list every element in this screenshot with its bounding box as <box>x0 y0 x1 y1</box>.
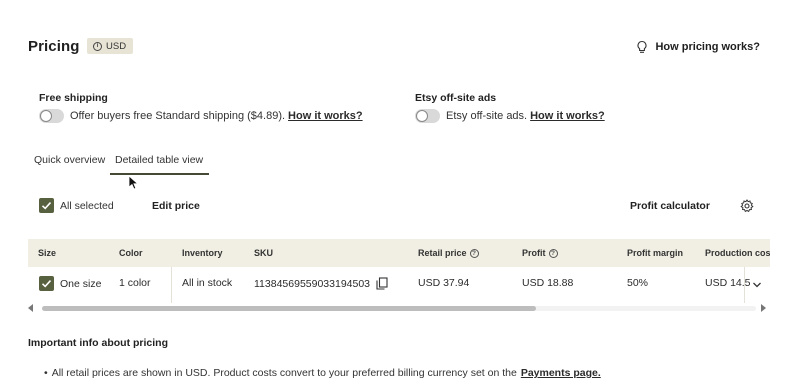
column-header-inventory: Inventory <box>182 248 223 258</box>
profit-header-label: Profit <box>522 248 546 258</box>
lightbulb-icon <box>637 40 648 53</box>
free-shipping-text: Offer buyers free Standard shipping ($4.… <box>70 110 286 122</box>
offsite-ads-toggle[interactable] <box>415 109 440 123</box>
important-info-title: Important info about pricing <box>28 337 168 349</box>
retail-price-value[interactable]: USD 37.94 <box>418 277 469 289</box>
table-header: Size Color Inventory SKU Retail price ? … <box>28 239 770 267</box>
scroll-thumb[interactable] <box>42 306 536 311</box>
edit-price-button[interactable]: Edit price <box>152 200 200 212</box>
size-value: One size <box>60 277 102 290</box>
column-header-profit: Profit ? <box>522 248 558 258</box>
mouse-pointer-icon <box>128 175 139 190</box>
column-header-color: Color <box>119 248 143 258</box>
bullet-text: All retail prices are shown in USD. Prod… <box>51 367 517 379</box>
column-header-retail-price: Retail price ? <box>418 248 479 258</box>
tab-detailed-table-view[interactable]: Detailed table view <box>110 154 209 175</box>
sku-cell: 11384569559033194503 <box>254 277 388 290</box>
all-selected-label: All selected <box>60 199 114 212</box>
pricing-table: Size Color Inventory SKU Retail price ? … <box>28 239 770 303</box>
column-header-profit-margin: Profit margin <box>627 248 684 258</box>
question-icon[interactable]: ? <box>548 248 558 258</box>
chevron-down-icon[interactable] <box>752 281 762 289</box>
profit-value: USD 18.88 <box>522 277 574 289</box>
currency-badge: i USD <box>87 38 134 54</box>
payments-page-link[interactable]: Payments page. <box>521 367 601 379</box>
inventory-value: All in stock <box>182 277 233 289</box>
important-info-bullet: • All retail prices are shown in USD. Pr… <box>44 367 601 379</box>
free-shipping-label: Free shipping <box>39 92 108 104</box>
free-shipping-how-link[interactable]: How it works? <box>288 110 363 122</box>
offsite-ads-label: Etsy off-site ads <box>415 92 497 104</box>
free-shipping-toggle[interactable] <box>39 109 64 123</box>
color-value: 1 color <box>119 277 151 289</box>
column-header-size: Size <box>38 248 57 258</box>
profit-margin-value: 50% <box>627 277 649 289</box>
table-row-size-cell: One size <box>39 276 101 291</box>
how-pricing-works-link[interactable]: How pricing works? <box>635 40 760 54</box>
horizontal-scrollbar[interactable] <box>28 303 770 315</box>
profit-calculator-button[interactable]: Profit calculator <box>630 200 710 212</box>
check-icon <box>41 202 52 210</box>
offsite-ads-text: Etsy off-site ads. <box>446 110 528 122</box>
info-icon: i <box>93 41 102 51</box>
scroll-right-icon[interactable] <box>761 304 766 312</box>
column-header-production-cost: Production cos <box>705 248 770 258</box>
offsite-ads-row: Etsy off-site ads. How it works? <box>415 109 605 123</box>
select-all-checkbox[interactable] <box>39 198 54 213</box>
offsite-ads-how-link[interactable]: How it works? <box>530 110 605 122</box>
check-icon <box>41 280 52 288</box>
page-title: Pricing <box>28 38 80 55</box>
column-divider <box>171 267 172 303</box>
select-all-control[interactable]: All selected <box>39 198 114 213</box>
free-shipping-row: Offer buyers free Standard shipping ($4.… <box>39 109 363 123</box>
copy-icon[interactable] <box>376 277 388 290</box>
question-icon[interactable]: ? <box>469 248 479 258</box>
how-pricing-works-label: How pricing works? <box>655 41 760 53</box>
production-cost-value: USD 14.5 <box>705 277 751 289</box>
column-header-sku: SKU <box>254 248 274 258</box>
retail-price-header-label: Retail price <box>418 248 467 258</box>
gear-icon[interactable] <box>740 199 754 213</box>
scroll-left-icon[interactable] <box>28 304 33 312</box>
tab-quick-overview[interactable]: Quick overview <box>34 154 105 173</box>
bullet-dot: • <box>44 367 48 379</box>
sku-value: 11384569559033194503 <box>254 277 371 290</box>
row-checkbox[interactable] <box>39 276 54 291</box>
currency-badge-label: USD <box>106 40 127 52</box>
